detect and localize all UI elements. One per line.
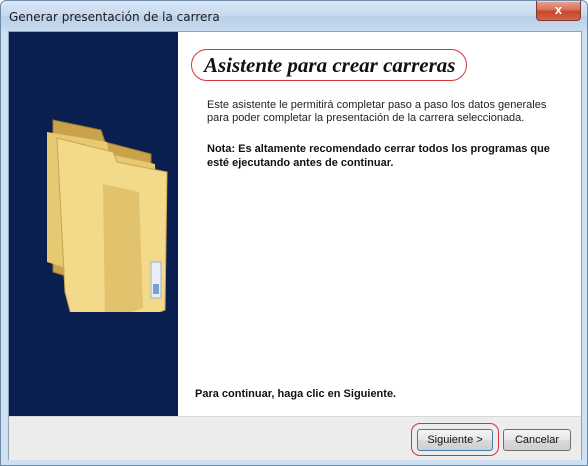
close-button[interactable]: x [536, 1, 581, 21]
heading-highlight: Asistente para crear carreras [191, 49, 467, 81]
folder-icon [47, 119, 168, 312]
cancel-button[interactable]: Cancelar [503, 429, 571, 451]
note-text: Nota: Es altamente recomendado cerrar to… [207, 143, 550, 169]
intro-text: Este asistente le permitirá completar pa… [207, 99, 547, 124]
next-button[interactable]: Siguiente > [417, 429, 493, 451]
button-bar: Siguiente > Cancelar [9, 416, 581, 460]
wizard-window: Generar presentación de la carrera x Asi… [0, 0, 588, 466]
content-panel: Asistente para crear carreras Este asist… [178, 32, 581, 416]
wizard-body: Asistente para crear carreras Este asist… [8, 31, 582, 460]
page-title: Asistente para crear carreras [204, 53, 456, 77]
continue-hint: Para continuar, haga clic en Siguiente. [195, 388, 397, 400]
side-panel [9, 32, 178, 416]
title-bar[interactable]: Generar presentación de la carrera x [1, 1, 587, 31]
window-title: Generar presentación de la carrera [9, 10, 220, 24]
